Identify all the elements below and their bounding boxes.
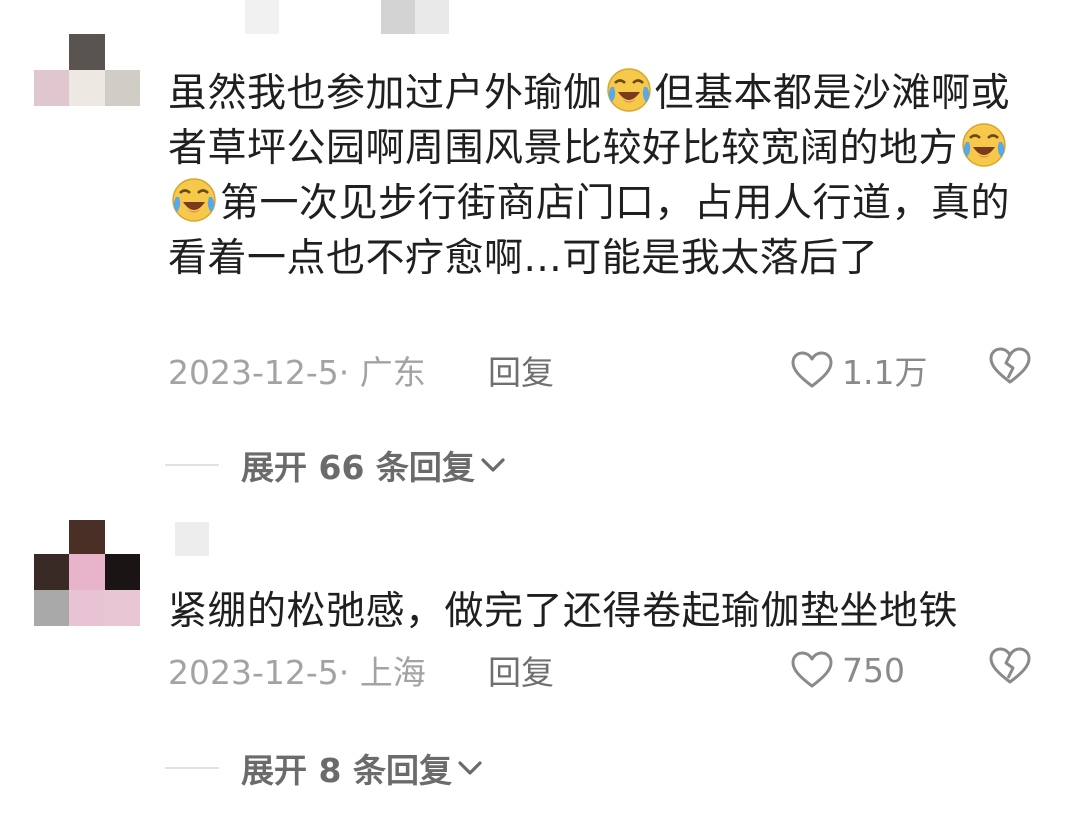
- username[interactable]: [175, 522, 209, 556]
- expand-replies-label: 展开 8 条回复: [241, 751, 452, 790]
- comment-meta: 2023-12-5· 上海 回复 750: [168, 647, 1048, 692]
- like-count: 750: [842, 650, 905, 690]
- comment-item: 紧绷的松弛感，做完了还得卷起瑜伽垫坐地铁 2023-12-5· 上海 回复 75…: [0, 0, 1080, 790]
- divider-line: [165, 464, 219, 466]
- like-count: 1.1万: [842, 353, 928, 392]
- broken-heart-icon: [989, 347, 1031, 384]
- reply-button[interactable]: 回复: [488, 346, 554, 394]
- comment-text: 紧绷的松弛感，做完了还得卷起瑜伽垫坐地铁: [168, 589, 959, 634]
- like-button[interactable]: 750: [790, 650, 905, 690]
- comment-meta: 2023-12-5· 广东 回复 1.1万: [168, 347, 1048, 392]
- avatar-top: [34, 520, 140, 556]
- reply-button[interactable]: 回复: [488, 646, 554, 694]
- avatar[interactable]: [34, 554, 140, 626]
- heart-outline-icon: [791, 351, 833, 388]
- like-button[interactable]: 1.1万: [790, 346, 927, 394]
- comment-date-location: 2023-12-5· 广东: [168, 353, 426, 392]
- heart-outline-icon: [791, 651, 833, 688]
- divider-line: [165, 767, 219, 769]
- dislike-button[interactable]: [988, 646, 1032, 694]
- comment-date-location: 2023-12-5· 上海: [168, 653, 426, 692]
- broken-heart-icon: [989, 647, 1031, 684]
- expand-replies-label: 展开 66 条回复: [241, 448, 475, 487]
- expand-replies-button[interactable]: 展开 8 条回复: [165, 748, 484, 790]
- expand-replies-button[interactable]: 展开 66 条回复: [165, 445, 507, 487]
- chevron-down-icon: [481, 458, 505, 472]
- chevron-down-icon: [458, 761, 482, 775]
- dislike-button[interactable]: [988, 346, 1032, 394]
